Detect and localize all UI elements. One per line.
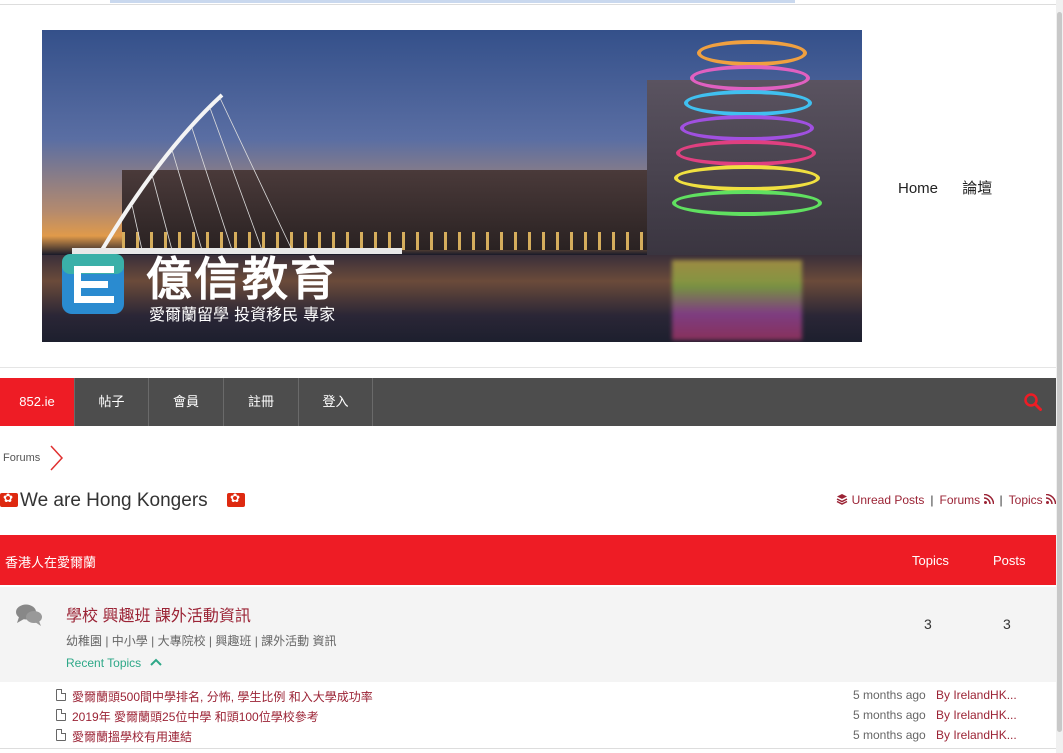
forum-posts-count: 3: [1003, 616, 1011, 632]
topic-title-link[interactable]: 2019年 愛爾蘭頭25位中學 和頭100位學校參考: [72, 708, 319, 725]
rss-icon[interactable]: [1045, 493, 1057, 505]
recent-topics-toggle[interactable]: Recent Topics: [66, 656, 163, 670]
scrollbar-thumb[interactable]: [1057, 12, 1062, 732]
topic-title-link[interactable]: 愛爾蘭搵學校有用連結: [72, 728, 192, 745]
forum-navbar: 852.ie 帖子 會員 註冊 登入: [0, 378, 1056, 426]
topic-time: 5 months ago: [853, 708, 926, 722]
forum-description: 幼稚園 | 中小學 | 大專院校 | 興趣班 | 課外活動 資訊: [66, 634, 337, 648]
yixin-logo-icon: [62, 254, 124, 314]
topic-time: 5 months ago: [853, 688, 926, 702]
layers-icon: [836, 494, 848, 505]
topics-link[interactable]: Topics: [1009, 493, 1043, 507]
banner-reflection: [672, 260, 802, 340]
document-icon: [56, 729, 66, 741]
unread-posts-link[interactable]: Unread Posts: [852, 493, 925, 507]
topic-title-link[interactable]: 愛爾蘭頭500間中學排名, 分怖, 學生比例 和入大學成功率: [72, 688, 373, 705]
navbar-home-link[interactable]: 852.ie: [0, 378, 75, 426]
chat-bubbles-icon: [16, 604, 42, 626]
list-item: 2019年 愛爾蘭頭25位中學 和頭100位學校參考 5 months ago …: [0, 706, 1056, 726]
list-item: 愛爾蘭頭500間中學排名, 分怖, 學生比例 和入大學成功率 5 months …: [0, 686, 1056, 706]
category-name[interactable]: 香港人在愛爾蘭: [5, 552, 96, 571]
document-icon: [56, 709, 66, 721]
topic-author-link[interactable]: By IrelandHK...: [936, 688, 1017, 702]
forum-title-link[interactable]: 學校 興趣班 課外活動資訊: [66, 602, 251, 626]
header-banner[interactable]: 億信教育 愛爾蘭留學 投資移民 專家: [42, 30, 862, 342]
forum-row: 學校 興趣班 課外活動資訊 幼稚園 | 中小學 | 大專院校 | 興趣班 | 課…: [0, 587, 1056, 682]
topic-author-link[interactable]: By IrelandHK...: [936, 728, 1017, 742]
nav-link-home[interactable]: Home: [898, 180, 938, 197]
hk-flag-icon: [227, 491, 245, 507]
page-title-row: We are Hong Kongers Unread Posts|Forums …: [0, 488, 1057, 514]
navbar-login-link[interactable]: 登入: [299, 378, 373, 426]
footer-divider: [0, 748, 1056, 749]
navbar-register-link[interactable]: 註冊: [224, 378, 299, 426]
browser-top-line: [0, 0, 1063, 5]
page-scrollbar[interactable]: [1056, 0, 1063, 753]
page-title: We are Hong Kongers: [20, 490, 208, 511]
recent-topics-label: Recent Topics: [66, 656, 142, 670]
list-item: 愛爾蘭搵學校有用連結 5 months ago By IrelandHK...: [0, 726, 1056, 746]
banner-harp-bridge: [72, 93, 402, 254]
topic-time: 5 months ago: [853, 728, 926, 742]
quick-links: Unread Posts | Forums | Topics: [836, 493, 1057, 507]
column-topics-header: Topics: [912, 553, 949, 568]
search-icon[interactable]: [1024, 393, 1042, 411]
document-icon: [56, 689, 66, 701]
top-nav: Home 論壇: [898, 177, 1012, 198]
breadcrumb-forums[interactable]: Forums: [3, 452, 40, 464]
forum-topics-count: 3: [924, 616, 932, 632]
column-posts-header: Posts: [993, 553, 1026, 568]
forums-link[interactable]: Forums: [940, 493, 981, 507]
logo-title: 億信教育: [146, 252, 338, 306]
chevron-up-icon: [149, 658, 162, 666]
recent-topics-list: 愛爾蘭頭500間中學排名, 分怖, 學生比例 和入大學成功率 5 months …: [0, 686, 1056, 746]
header-divider: [0, 367, 1056, 368]
topic-author-link[interactable]: By IrelandHK...: [936, 708, 1017, 722]
hk-flag-icon: [0, 491, 18, 507]
rss-icon[interactable]: [983, 493, 994, 505]
navbar-members-link[interactable]: 會員: [149, 378, 224, 426]
navbar-posts-link[interactable]: 帖子: [75, 378, 149, 426]
banner-led-rings: [672, 40, 822, 255]
nav-link-forum[interactable]: 論壇: [962, 180, 992, 197]
category-header: 香港人在愛爾蘭 Topics Posts: [0, 535, 1056, 585]
chevron-right-icon: [50, 445, 64, 471]
logo-subtitle: 愛爾蘭留學 投資移民 專家: [149, 305, 336, 324]
